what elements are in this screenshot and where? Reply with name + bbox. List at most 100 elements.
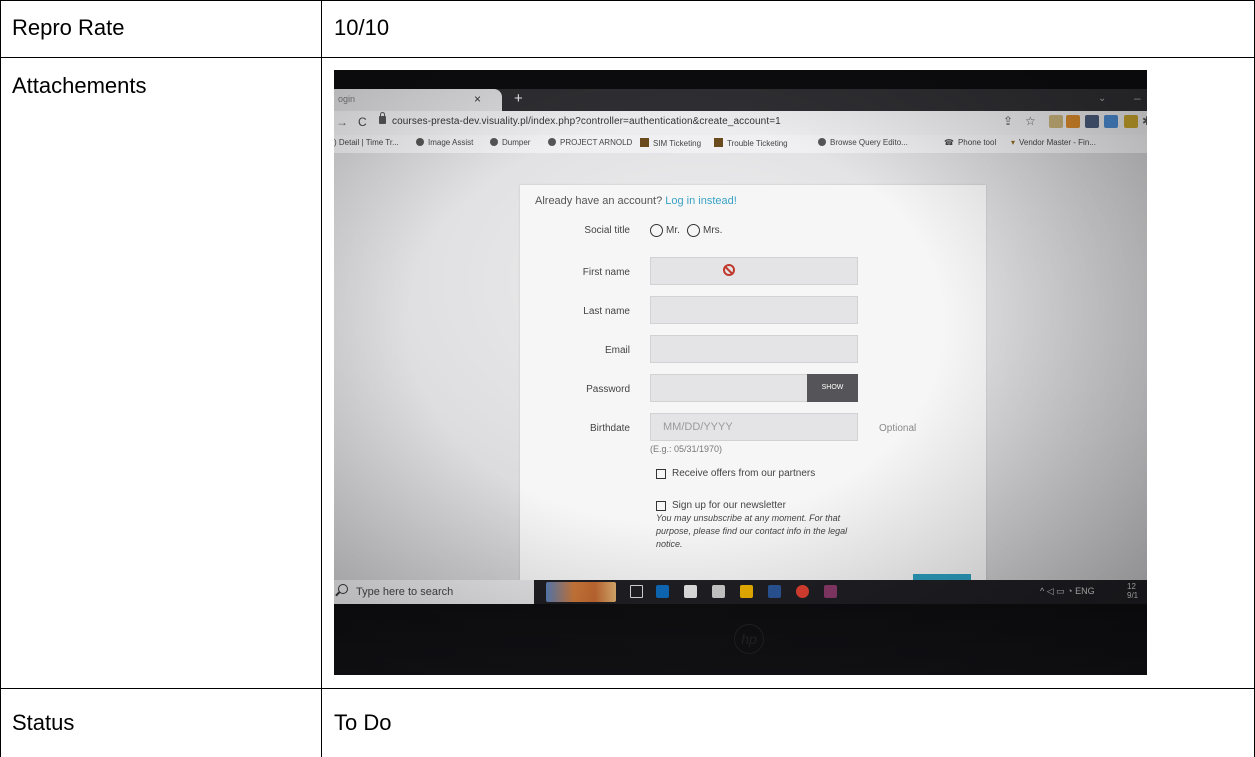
newsletter-note: You may unsubscribe at any moment. For t… bbox=[656, 513, 848, 549]
radio-mrs-label: Mrs. bbox=[703, 225, 723, 236]
attachment-photo: ogin × + ⌄ – → C courses-presta-dev.visu… bbox=[334, 70, 1147, 675]
table-border-left bbox=[0, 0, 1, 757]
close-icon[interactable]: × bbox=[474, 92, 481, 106]
already-text: Already have an account? bbox=[535, 195, 663, 207]
email-field[interactable] bbox=[650, 335, 858, 363]
chevron-down-icon[interactable]: ⌄ bbox=[1098, 93, 1106, 104]
extension-icon[interactable] bbox=[1124, 115, 1138, 128]
search-placeholder: Type here to search bbox=[356, 586, 454, 598]
already-have-account: Already have an account? Log in instead! bbox=[535, 195, 737, 207]
windows-taskbar: Type here to search ^ ◁ ▭ ◔ ENG 12 9/1 bbox=[334, 580, 1147, 604]
bookmark-label: SIM Ticketing bbox=[653, 139, 702, 148]
bookmark-label: Vendor Master - Fin... bbox=[1019, 138, 1096, 147]
share-icon[interactable]: ⇪ bbox=[1003, 114, 1013, 128]
system-tray[interactable]: ^ ◁ ▭ ◔ ENG bbox=[1040, 586, 1095, 597]
extension-icon[interactable] bbox=[1085, 115, 1099, 128]
row-label-attachments: Attachements bbox=[12, 73, 147, 98]
back-icon[interactable]: → bbox=[336, 115, 348, 129]
bookmark-item[interactable]: Browse Query Edito... bbox=[818, 138, 908, 147]
last-name-field[interactable] bbox=[650, 296, 858, 324]
bookmark-item[interactable]: PROJECT ARNOLD bbox=[548, 138, 632, 147]
radio-mr-label: Mr. bbox=[666, 225, 680, 236]
bookmarks-bar: ) Detail | Time Tr... Image Assist Dumpe… bbox=[334, 135, 1147, 153]
globe-icon bbox=[416, 138, 424, 146]
password-label: Password bbox=[586, 384, 630, 395]
bookmark-item[interactable]: Trouble Ticketing bbox=[714, 138, 788, 148]
taskbar-search[interactable]: Type here to search bbox=[334, 580, 534, 604]
password-field[interactable] bbox=[650, 374, 810, 402]
table-column-divider bbox=[321, 0, 322, 757]
photos-icon[interactable] bbox=[712, 585, 725, 598]
table-border-top bbox=[0, 0, 1255, 1]
store-icon[interactable] bbox=[684, 585, 697, 598]
search-icon bbox=[338, 584, 348, 594]
offers-label: Receive offers from our partners bbox=[672, 468, 816, 479]
phone-icon: ☎ bbox=[944, 138, 954, 147]
birthdate-placeholder: MM/DD/YYYY bbox=[663, 421, 733, 433]
newsletter-checkbox[interactable] bbox=[656, 501, 666, 511]
bookmark-label: Image Assist bbox=[428, 138, 474, 147]
social-title-label: Social title bbox=[584, 225, 630, 236]
birthdate-field[interactable]: MM/DD/YYYY bbox=[650, 413, 858, 441]
new-tab-icon[interactable]: + bbox=[514, 90, 523, 107]
extension-icon[interactable] bbox=[1066, 115, 1080, 128]
bookmark-item[interactable]: ) Detail | Time Tr... bbox=[334, 138, 399, 147]
word-icon[interactable] bbox=[768, 585, 781, 598]
show-password-button[interactable]: SHOW bbox=[807, 374, 858, 402]
address-bar[interactable]: → C courses-presta-dev.visuality.pl/inde… bbox=[334, 111, 1147, 135]
laptop-bezel: hp bbox=[334, 604, 1147, 675]
bookmark-label: Trouble Ticketing bbox=[727, 139, 788, 148]
create-account-form: Already have an account? Log in instead!… bbox=[520, 185, 986, 585]
bookmark-item[interactable]: ☎ Phone tool bbox=[944, 138, 996, 147]
task-view-icon[interactable] bbox=[630, 585, 643, 598]
bookmark-item[interactable]: Image Assist bbox=[416, 138, 473, 147]
outlook-icon[interactable] bbox=[656, 585, 669, 598]
email-label: Email bbox=[604, 345, 630, 356]
ticket-icon bbox=[714, 138, 723, 147]
extension-icon[interactable] bbox=[1104, 115, 1118, 128]
bookmark-item[interactable]: SIM Ticketing bbox=[640, 138, 701, 148]
radio-mr[interactable] bbox=[650, 224, 663, 237]
puzzle-icon[interactable]: ✱ bbox=[1142, 114, 1147, 128]
first-name-field[interactable] bbox=[650, 257, 858, 285]
bookmark-label: Browse Query Edito... bbox=[830, 138, 908, 147]
bookmark-label: Phone tool bbox=[957, 138, 997, 147]
bookmark-item[interactable]: ▾ Vendor Master - Fin... bbox=[1011, 138, 1096, 147]
radio-mrs[interactable] bbox=[687, 224, 700, 237]
bookmark-label: Dumper bbox=[502, 138, 531, 147]
ticket-icon bbox=[640, 138, 649, 147]
row-value-status: To Do bbox=[334, 710, 392, 735]
bookmark-label: PROJECT ARNOLD bbox=[560, 138, 633, 147]
page-content: Already have an account? Log in instead!… bbox=[334, 153, 1147, 585]
minimize-icon[interactable]: – bbox=[1134, 91, 1141, 105]
row-value-repro-rate: 10/10 bbox=[334, 15, 390, 40]
birthdate-example: (E.g.: 05/31/1970) bbox=[650, 444, 723, 454]
app-icon[interactable] bbox=[824, 585, 837, 598]
url-text[interactable]: courses-presta-dev.visuality.pl/index.ph… bbox=[392, 116, 781, 127]
clock-time: 12 bbox=[1127, 582, 1136, 591]
browser-tab[interactable]: ogin × bbox=[334, 89, 502, 111]
last-name-label: Last name bbox=[583, 306, 630, 317]
first-name-label: First name bbox=[582, 267, 630, 278]
globe-icon bbox=[490, 138, 498, 146]
language-indicator: ENG bbox=[1075, 586, 1095, 596]
chrome-icon[interactable] bbox=[796, 585, 809, 598]
reload-icon[interactable]: C bbox=[358, 115, 367, 129]
hp-logo: hp bbox=[734, 624, 764, 654]
star-icon[interactable]: ☆ bbox=[1025, 114, 1036, 128]
extension-icon[interactable] bbox=[1049, 115, 1063, 128]
tab-title: ogin bbox=[338, 94, 356, 104]
login-link[interactable]: Log in instead! bbox=[665, 195, 737, 207]
clock-date: 9/1 bbox=[1127, 591, 1139, 600]
newsletter-label: Sign up for our newsletter bbox=[672, 500, 786, 511]
globe-icon bbox=[818, 138, 826, 146]
bookmark-item[interactable]: Dumper bbox=[490, 138, 530, 147]
birthdate-label: Birthdate bbox=[589, 423, 630, 434]
row-label-repro-rate: Repro Rate bbox=[12, 15, 125, 40]
globe-icon bbox=[548, 138, 556, 146]
row-label-status: Status bbox=[12, 710, 75, 735]
clock[interactable]: 12 9/1 bbox=[1127, 582, 1138, 600]
offers-checkbox[interactable] bbox=[656, 469, 666, 479]
search-highlight-image[interactable] bbox=[546, 582, 616, 602]
sticky-notes-icon[interactable] bbox=[740, 585, 753, 598]
